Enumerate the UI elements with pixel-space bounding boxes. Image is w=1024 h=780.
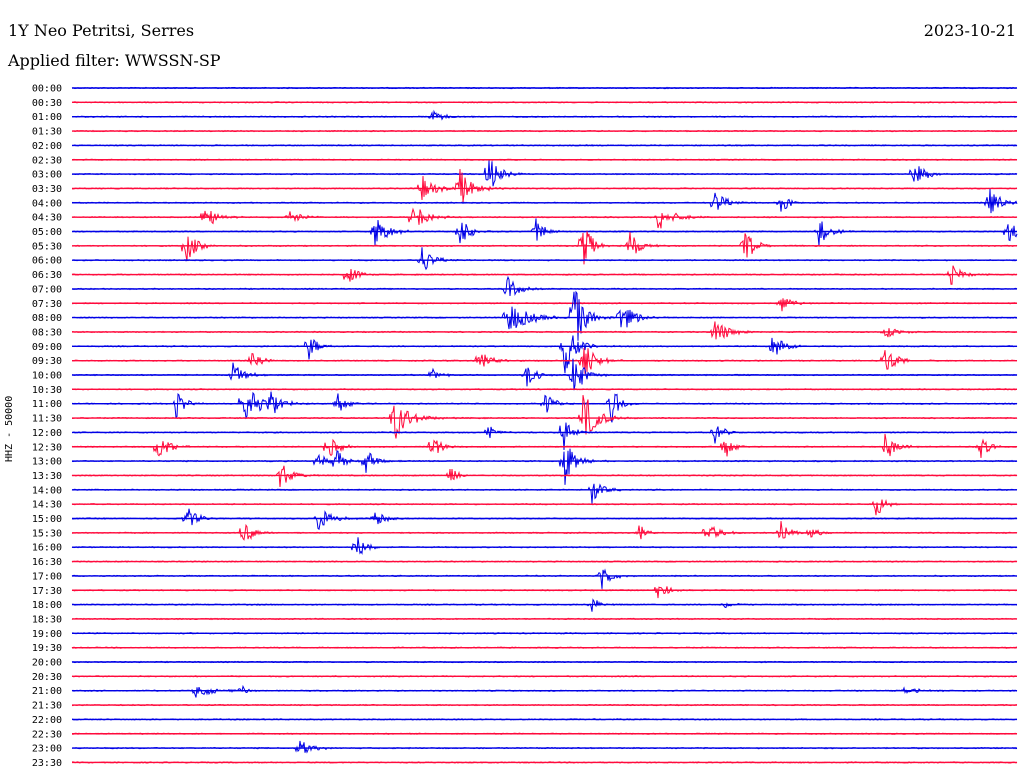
row-time-label: 10:00 bbox=[32, 371, 62, 382]
row-time-label: 17:00 bbox=[32, 571, 62, 582]
row-time-label: 21:30 bbox=[32, 701, 62, 712]
trace-row bbox=[71, 207, 1018, 229]
row-time-label: 22:30 bbox=[32, 729, 62, 740]
trace-row bbox=[71, 740, 1018, 754]
row-time-label: 11:30 bbox=[32, 414, 62, 425]
row-time-label: 15:30 bbox=[32, 528, 62, 539]
trace-row bbox=[71, 160, 1018, 187]
trace-row bbox=[71, 448, 1018, 485]
row-time-label: 17:30 bbox=[32, 586, 62, 597]
row-time-label: 09:30 bbox=[32, 356, 62, 367]
trace-row bbox=[71, 335, 1018, 374]
row-time-label: 09:00 bbox=[32, 342, 62, 353]
trace-row bbox=[71, 275, 1018, 297]
row-time-label: 07:30 bbox=[32, 299, 62, 310]
helicorder-page: 1Y Neo Petritsi, Serres 2023-10-21 Appli… bbox=[0, 0, 1024, 780]
row-time-label: 20:30 bbox=[32, 672, 62, 683]
row-time-label: 16:30 bbox=[32, 557, 62, 568]
trace-row bbox=[71, 188, 1018, 214]
trace-row bbox=[71, 586, 1018, 599]
row-time-label: 13:30 bbox=[32, 471, 62, 482]
trace-row bbox=[71, 290, 1018, 341]
trace-row bbox=[71, 598, 1018, 612]
row-time-label: 08:30 bbox=[32, 327, 62, 338]
row-time-label: 02:30 bbox=[32, 155, 62, 166]
row-time-label: 16:00 bbox=[32, 543, 62, 554]
row-time-label: 00:30 bbox=[32, 98, 62, 109]
trace-row bbox=[71, 568, 1017, 589]
row-time-label: 04:00 bbox=[32, 198, 62, 209]
row-time-label: 01:00 bbox=[32, 112, 62, 123]
row-time-label: 03:00 bbox=[32, 170, 62, 181]
row-time-label: 10:30 bbox=[32, 385, 62, 396]
row-time-label: 20:00 bbox=[32, 658, 62, 669]
trace-row bbox=[71, 498, 1018, 516]
row-time-label: 13:00 bbox=[32, 457, 62, 468]
row-time-label: 06:00 bbox=[32, 256, 62, 267]
row-time-label: 07:00 bbox=[32, 284, 62, 295]
row-time-label: 01:30 bbox=[32, 127, 62, 138]
row-time-label: 08:00 bbox=[32, 313, 62, 324]
row-time-label: 04:30 bbox=[32, 213, 62, 224]
row-time-label: 18:30 bbox=[32, 614, 62, 625]
row-time-label: 06:30 bbox=[32, 270, 62, 281]
trace-row bbox=[71, 422, 1018, 451]
row-time-label: 22:00 bbox=[32, 715, 62, 726]
helicorder-plot: 00:00 00:30 01:00 01:30 02:00 02:30 03:00 03:30… bbox=[32, 84, 1018, 769]
row-time-label: 23:30 bbox=[32, 758, 62, 769]
trace-row bbox=[71, 521, 1018, 541]
trace-row bbox=[71, 298, 1018, 312]
row-time-label: 21:00 bbox=[32, 686, 62, 697]
row-time-label: 19:00 bbox=[32, 629, 62, 640]
row-time-label: 15:00 bbox=[32, 514, 62, 525]
trace-row bbox=[71, 684, 1018, 698]
row-time-label: 02:00 bbox=[32, 141, 62, 152]
row-time-label: 14:30 bbox=[32, 500, 62, 511]
trace-row bbox=[71, 433, 1018, 458]
trace-row bbox=[71, 537, 1018, 555]
row-time-label: 03:30 bbox=[32, 184, 62, 195]
row-time-label: 11:00 bbox=[32, 399, 62, 410]
trace-row bbox=[71, 231, 1018, 265]
row-time-label: 23:00 bbox=[32, 744, 62, 755]
row-time-label: 00:00 bbox=[32, 84, 62, 95]
trace-row bbox=[71, 109, 1018, 121]
trace-row bbox=[71, 483, 1018, 504]
row-time-label: 05:00 bbox=[32, 227, 62, 238]
trace-row bbox=[71, 247, 1018, 271]
row-time-label: 12:00 bbox=[32, 428, 62, 439]
row-time-label: 05:30 bbox=[32, 241, 62, 252]
row-time-label: 18:00 bbox=[32, 600, 62, 611]
row-time-label: 14:00 bbox=[32, 485, 62, 496]
row-time-label: 19:30 bbox=[32, 643, 62, 654]
row-time-label: 12:30 bbox=[32, 442, 62, 453]
trace-row bbox=[71, 321, 1018, 340]
trace-row bbox=[71, 465, 1018, 488]
